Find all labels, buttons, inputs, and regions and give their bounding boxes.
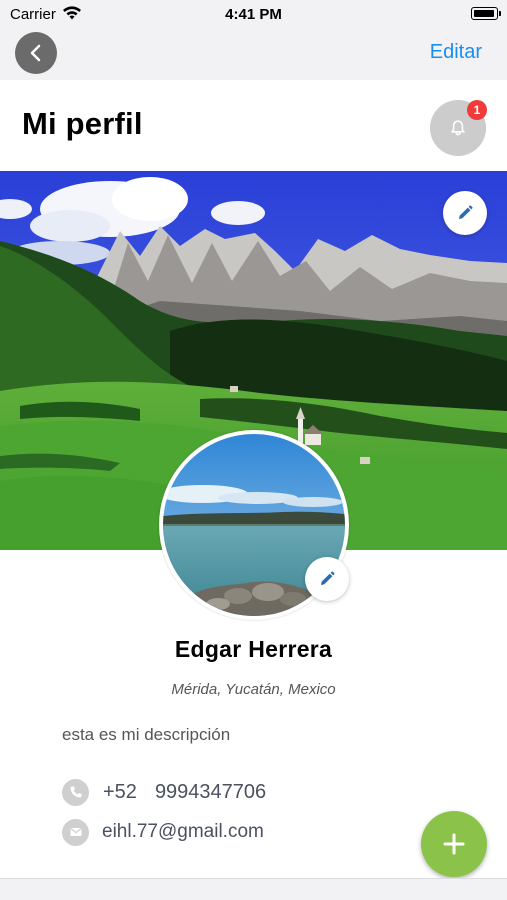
edit-avatar-button[interactable] xyxy=(305,557,349,601)
page-title: Mi perfil xyxy=(22,106,143,141)
profile-description: esta es mi descripción xyxy=(62,725,231,744)
phone-row[interactable]: +52 9994347706 xyxy=(62,778,266,806)
email-address: eihl.77@gmail.com xyxy=(102,821,264,842)
profile-location: Mérida, Yucatán, Mexico xyxy=(171,681,336,698)
add-button[interactable] xyxy=(421,811,487,877)
phone-icon xyxy=(62,778,89,806)
notification-badge: 1 xyxy=(467,100,487,120)
navigation-bar: Editar xyxy=(0,30,507,80)
plus-icon xyxy=(443,833,465,855)
battery-icon xyxy=(471,7,501,20)
status-time: 4:41 PM xyxy=(225,6,282,23)
notifications-button[interactable]: 1 xyxy=(430,100,487,156)
edit-button[interactable]: Editar xyxy=(430,41,482,64)
header: Mi perfil 1 xyxy=(0,80,507,171)
status-bar: Carrier 4:41 PM xyxy=(0,0,507,30)
chevron-left-icon xyxy=(30,44,41,62)
pencil-icon xyxy=(321,571,335,585)
edit-cover-button[interactable] xyxy=(443,191,487,235)
pencil-icon xyxy=(459,205,473,219)
email-row[interactable]: eihl.77@gmail.com xyxy=(62,818,264,846)
phone-prefix: +52 xyxy=(103,780,137,803)
back-button[interactable] xyxy=(15,32,57,74)
profile-name: Edgar Herrera xyxy=(174,636,333,662)
phone-number: 9994347706 xyxy=(154,780,267,803)
bottom-bar xyxy=(0,878,507,900)
bell-icon xyxy=(451,120,465,136)
mail-icon xyxy=(62,818,89,846)
